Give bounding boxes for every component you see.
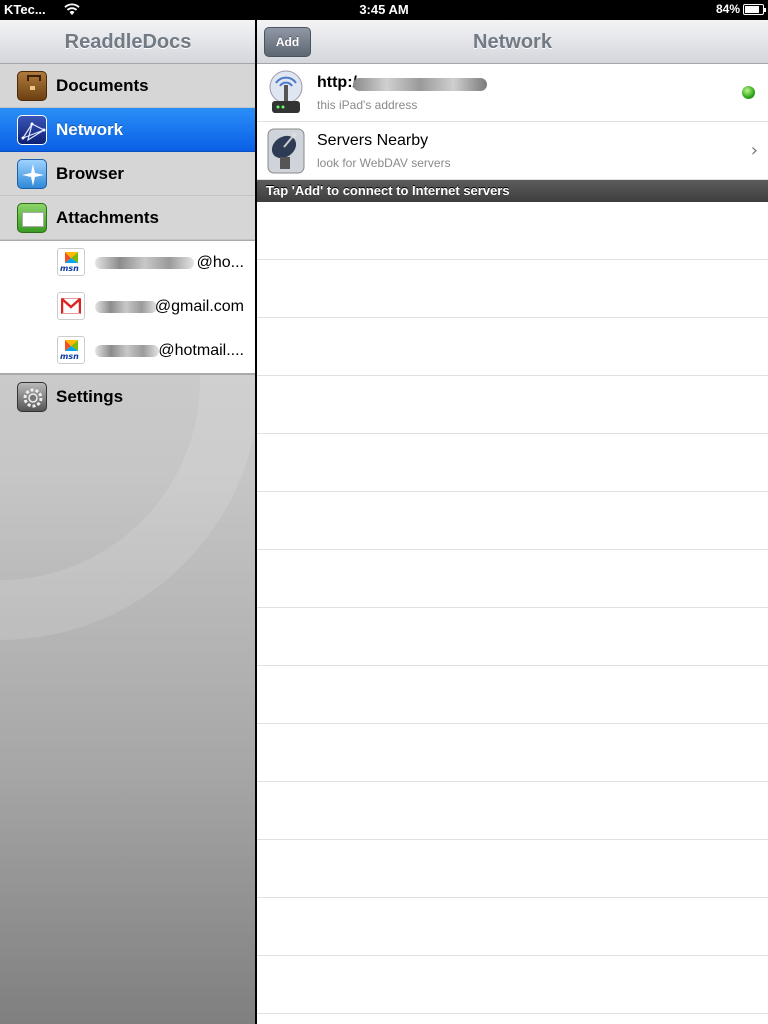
gmail-icon <box>57 292 85 320</box>
sidebar-item-label: Settings <box>56 387 124 406</box>
sidebar-item-label: Network <box>56 120 124 139</box>
servers-nearby-subtitle: look for WebDAV servers <box>317 156 451 170</box>
list-item[interactable]: @gmail.com <box>0 285 255 329</box>
main-panel: Add Network http:/ this iPad's address S… <box>257 20 768 1024</box>
sidebar-item-label: Attachments <box>56 208 159 227</box>
page-title: Network <box>473 31 552 53</box>
list-item[interactable]: msn @ho... <box>0 241 255 285</box>
redacted-text <box>95 257 194 269</box>
address-subtitle: this iPad's address <box>317 98 418 112</box>
chevron-right-icon: › <box>750 140 758 161</box>
account-address: @gmail.com <box>154 298 244 315</box>
wifi-router-icon <box>269 70 303 113</box>
msn-label: msn <box>60 352 79 361</box>
sidebar-item-label: Documents <box>56 76 149 95</box>
sidebar-item-network[interactable]: Network <box>0 108 255 152</box>
gear-icon <box>17 382 47 412</box>
status-indicator-icon <box>742 86 755 99</box>
servers-nearby-row[interactable]: Servers Nearby look for WebDAV servers › <box>257 122 768 180</box>
sidebar-item-documents[interactable]: Documents <box>0 64 255 108</box>
msn-label: msn <box>60 264 79 273</box>
msn-icon: msn <box>57 248 85 276</box>
envelope-icon <box>17 203 47 233</box>
sidebar-item-settings[interactable]: Settings <box>0 375 255 419</box>
navigation-bar: Add Network <box>257 20 768 64</box>
battery-icon <box>743 4 766 15</box>
briefcase-icon <box>17 71 47 101</box>
sidebar-item-attachments[interactable]: Attachments <box>0 196 255 240</box>
section-header: Tap 'Add' to connect to Internet servers <box>257 180 768 202</box>
satellite-dish-icon <box>267 128 305 174</box>
account-list: msn @ho... @gmail.com msn @hotmail.... <box>0 240 255 375</box>
sidebar-item-label: Browser <box>56 164 125 183</box>
servers-nearby-label: Servers Nearby <box>317 132 429 149</box>
compass-icon <box>17 159 47 189</box>
msn-icon: msn <box>57 336 85 364</box>
sidebar-menu: Documents Network Browser Attachments ms… <box>0 64 255 419</box>
redacted-text <box>95 345 159 357</box>
account-address: @ho... <box>196 254 244 271</box>
address-label: http:/ <box>317 74 357 91</box>
network-icon <box>17 115 47 145</box>
redacted-text <box>353 78 487 91</box>
clock-time: 3:45 AM <box>359 2 409 17</box>
redacted-text <box>95 301 157 313</box>
account-address: @hotmail.... <box>158 342 244 359</box>
battery-percentage: 84% <box>715 2 740 16</box>
sidebar-item-browser[interactable]: Browser <box>0 152 255 196</box>
ipad-address-row[interactable]: http:/ this iPad's address <box>257 64 768 122</box>
app-title: ReaddleDocs <box>0 20 255 64</box>
status-bar: KTec... 3:45 AM 84% <box>0 0 768 20</box>
empty-table-area <box>257 202 768 1024</box>
list-item[interactable]: msn @hotmail.... <box>0 329 255 373</box>
sidebar: ReaddleDocs Documents Network Browser At… <box>0 20 256 1024</box>
